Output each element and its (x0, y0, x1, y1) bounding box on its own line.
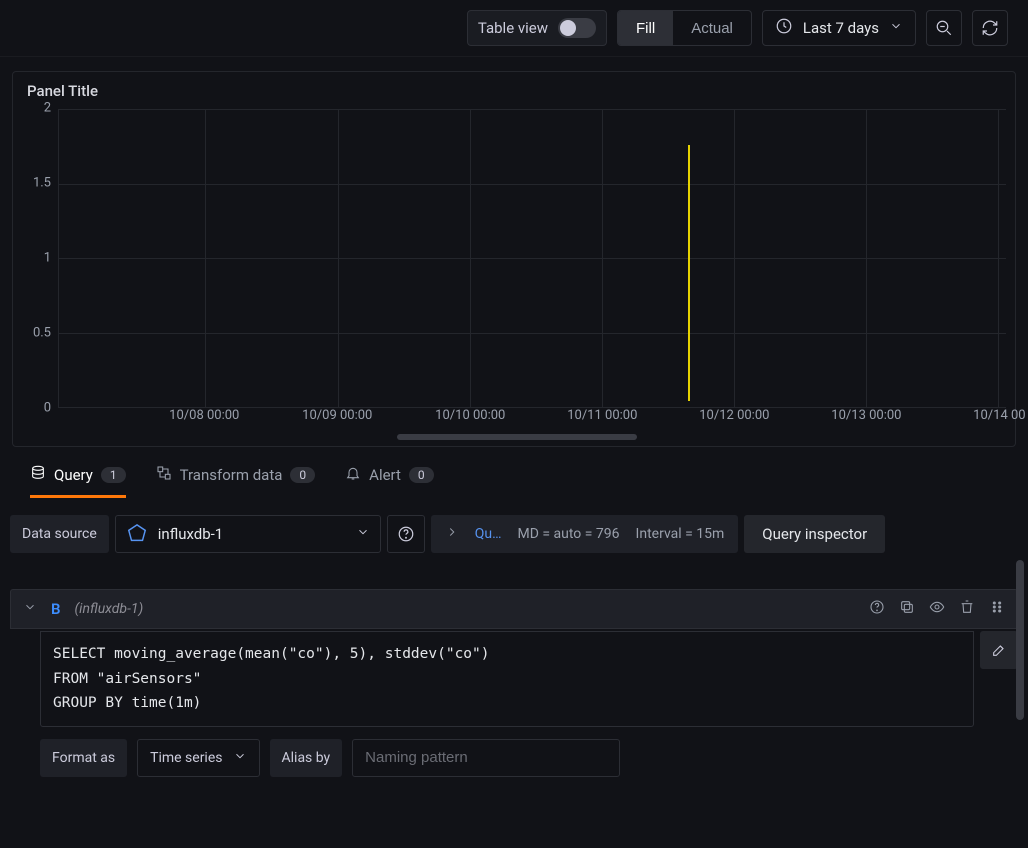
transform-icon (156, 465, 172, 485)
drag-handle-icon[interactable] (989, 599, 1005, 619)
tab-query-badge: 1 (101, 467, 126, 483)
panel-scrollbar[interactable] (1016, 560, 1024, 720)
tab-alert-badge: 0 (409, 467, 434, 483)
tab-query-label: Query (54, 466, 93, 484)
x-axis: 10/08 00:00 10/09 00:00 10/10 00:00 10/1… (57, 408, 1007, 428)
series-line (688, 145, 690, 401)
table-view-toggle[interactable] (558, 18, 596, 38)
chart-area[interactable]: 2 1.5 1 0.5 0 (27, 108, 1007, 408)
datasource-label: Data source (10, 515, 109, 553)
table-view-toggle-group: Table view (467, 10, 607, 46)
query-options-interval: Interval = 15m (636, 526, 725, 542)
y-tick: 0.5 (33, 326, 51, 341)
x-tick: 10/14 00 (973, 408, 1025, 423)
eye-icon[interactable] (929, 599, 945, 619)
trash-icon[interactable] (959, 599, 975, 619)
bell-icon (345, 465, 361, 485)
query-row-header: B (influxdb-1) (10, 589, 1018, 629)
chart-panel: Panel Title 2 1.5 1 0.5 0 10/08 00:00 (12, 71, 1016, 447)
datasource-help-button[interactable] (387, 515, 425, 553)
y-tick: 1 (44, 251, 51, 266)
chevron-down-icon (233, 749, 247, 767)
duplicate-icon[interactable] (899, 599, 915, 619)
datasource-picker[interactable]: influxdb-1 (115, 515, 381, 553)
y-tick: 2 (44, 101, 51, 116)
x-tick: 10/12 00:00 (699, 408, 769, 423)
y-tick: 1.5 (33, 176, 51, 191)
top-toolbar: Table view Fill Actual Last 7 days (0, 0, 1028, 57)
query-panel: Data source influxdb-1 Qu… MD = auto = 7… (0, 499, 1028, 777)
format-as-value: Time series (150, 750, 222, 766)
chevron-down-icon (356, 525, 370, 543)
query-inspector-button[interactable]: Query inspector (744, 515, 885, 553)
format-row: Format as Time series Alias by (40, 739, 1018, 777)
x-tick: 10/13 00:00 (831, 408, 901, 423)
tab-transform-label: Transform data (180, 466, 283, 484)
toggle-editor-mode-button[interactable] (980, 631, 1018, 669)
query-row-name[interactable]: B (51, 600, 61, 618)
help-icon[interactable] (869, 599, 885, 619)
refresh-button[interactable] (972, 10, 1008, 46)
table-view-label: Table view (478, 19, 548, 37)
query-options-label: Qu… (475, 526, 502, 542)
fill-actual-switch: Fill Actual (617, 10, 752, 46)
y-tick: 0 (44, 401, 51, 416)
x-tick: 10/10 00:00 (435, 408, 505, 423)
influxdb-icon (126, 523, 148, 545)
chevron-right-icon (445, 525, 459, 543)
query-row-actions (869, 599, 1005, 619)
tab-query[interactable]: Query 1 (30, 465, 126, 498)
chart-scroll-track[interactable] (57, 434, 977, 440)
format-as-label: Format as (40, 739, 127, 777)
tab-alert-label: Alert (369, 466, 401, 484)
alias-by-label: Alias by (270, 739, 343, 777)
format-as-select[interactable]: Time series (137, 739, 259, 777)
chart-scroll-thumb[interactable] (397, 434, 636, 440)
tab-alert[interactable]: Alert 0 (345, 465, 434, 498)
x-tick: 10/09 00:00 (302, 408, 372, 423)
tab-transform[interactable]: Transform data 0 (156, 465, 316, 498)
database-icon (30, 465, 46, 485)
panel-title: Panel Title (27, 82, 1007, 100)
query-row-datasource: (influxdb-1) (75, 601, 144, 617)
time-range-picker[interactable]: Last 7 days (762, 10, 916, 46)
zoom-out-button[interactable] (926, 10, 962, 46)
query-editor[interactable]: SELECT moving_average(mean("co"), 5), st… (40, 631, 974, 727)
x-tick: 10/08 00:00 (169, 408, 239, 423)
alias-by-input[interactable] (352, 739, 620, 777)
query-editor-row: SELECT moving_average(mean("co"), 5), st… (10, 631, 1018, 727)
query-options-md: MD = auto = 796 (517, 526, 619, 542)
datasource-row: Data source influxdb-1 Qu… MD = auto = 7… (10, 515, 1018, 553)
collapse-query-button[interactable] (23, 600, 37, 618)
fill-button[interactable]: Fill (618, 11, 673, 45)
x-tick: 10/11 00:00 (567, 408, 637, 423)
datasource-name: influxdb-1 (158, 525, 346, 543)
tab-transform-badge: 0 (290, 467, 315, 483)
y-axis: 2 1.5 1 0.5 0 (27, 108, 57, 408)
chevron-down-icon (889, 19, 903, 37)
bottom-tabs: Query 1 Transform data 0 Alert 0 (0, 447, 1028, 499)
clock-icon (775, 17, 793, 39)
time-range-label: Last 7 days (803, 19, 879, 37)
plot-area (57, 108, 1007, 408)
query-options[interactable]: Qu… MD = auto = 796 Interval = 15m (431, 515, 739, 553)
actual-button[interactable]: Actual (673, 11, 751, 45)
